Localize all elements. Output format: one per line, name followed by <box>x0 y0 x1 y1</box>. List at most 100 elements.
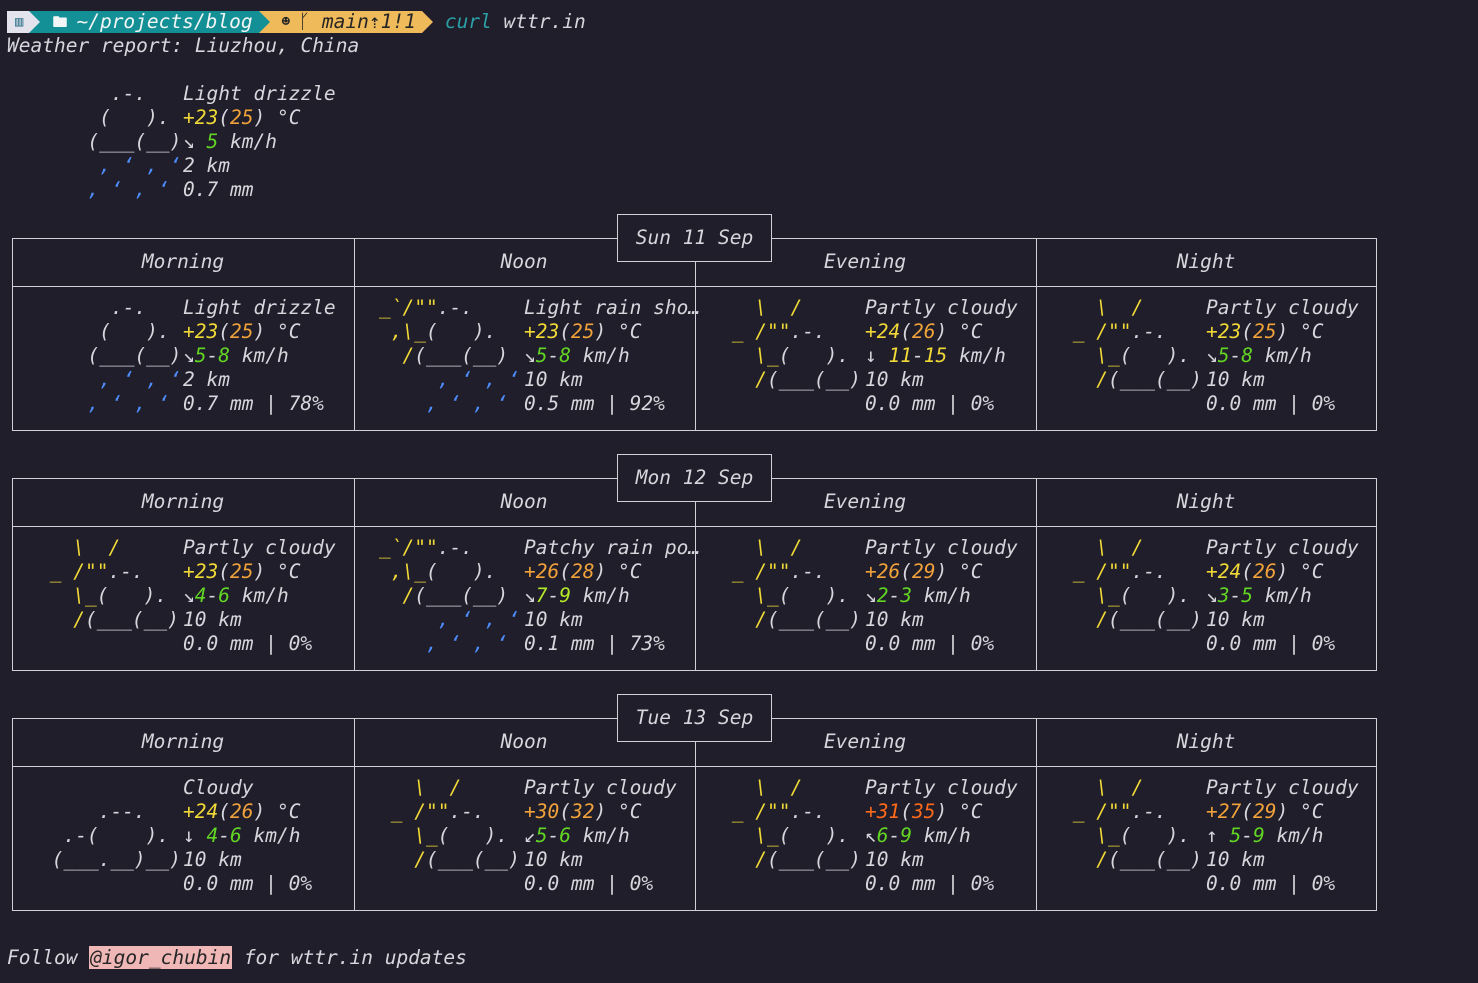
current-desc: Light drizzle <box>183 82 336 105</box>
rain-shower-icon: _`/"".-. ,\_( ). /(___(__) ‚ ‘ ‚ ‘ ‚ ‘ ‚… <box>379 536 520 655</box>
cell-temp: +24(26) °C <box>865 320 983 343</box>
command-line[interactable]: curl wttr.in <box>445 10 586 34</box>
period-header: Morning <box>141 490 225 513</box>
cell-wind: ↖6-9 km/h <box>865 824 971 847</box>
prompt-git-segment: ☻ ᚴ main ⇡1 !1 <box>269 10 422 33</box>
forecast-cell: Partly cloudy +26(29) °C ↘2-3 km/h 10 km… <box>865 536 1018 656</box>
cell-precip: 0.0 mm | 0% <box>524 872 654 895</box>
cell-visibility: 10 km <box>1206 368 1265 391</box>
manjaro-icon: ▥ <box>7 11 30 33</box>
cell-visibility: 10 km <box>524 848 583 871</box>
cell-temp: +23(25) °C <box>183 320 301 343</box>
period-header: Night <box>1176 730 1236 753</box>
forecast-cell: Partly cloudy +31(35) °C ↖6-9 km/h 10 km… <box>865 776 1018 896</box>
cell-desc: Patchy rain po… <box>524 536 701 559</box>
cell-precip: 0.0 mm | 0% <box>1206 392 1336 415</box>
cell-visibility: 10 km <box>183 848 242 871</box>
cell-desc: Light rain sho… <box>524 296 701 319</box>
partly-cloudy-icon: \ / _ /"".-. \_( ). /(___(__) <box>1061 296 1202 391</box>
git-modified: !1 <box>392 10 416 33</box>
drizzle-icon: .-. ( ). (___(__) ‚ ‘ ‚ ‘ ‚ ‘ ‚ ‘ <box>87 296 182 415</box>
cell-temp: +24(26) °C <box>183 800 301 823</box>
cell-wind: ↘5-8 km/h <box>524 344 630 367</box>
cell-desc: Partly cloudy <box>865 776 1018 799</box>
prompt-dir-segment: 🖿 ~/projects/blog <box>40 10 259 33</box>
cell-visibility: 2 km <box>183 368 230 391</box>
cell-temp: +23(25) °C <box>183 560 301 583</box>
cell-wind: ↘5-8 km/h <box>1206 344 1312 367</box>
cell-visibility: 10 km <box>865 368 924 391</box>
cell-temp: +26(28) °C <box>524 560 642 583</box>
partly-cloudy-icon: \ / _ /"".-. \_( ). /(___(__) <box>1061 536 1202 631</box>
cell-temp: +23(25) °C <box>1206 320 1324 343</box>
cell-desc: Partly cloudy <box>1206 536 1359 559</box>
cell-wind: ↘4-6 km/h <box>183 584 289 607</box>
forecast-cell: Partly cloudy +24(26) °C ↘3-5 km/h 10 km… <box>1206 536 1359 656</box>
cell-wind: ↓ 11-15 km/h <box>865 344 1006 367</box>
period-header: Night <box>1176 250 1236 273</box>
cell-temp: +27(29) °C <box>1206 800 1324 823</box>
date-label: Sun 11 Sep <box>617 214 772 262</box>
partly-cloudy-icon: \ / _ /"".-. \_( ). /(___(__) <box>720 536 861 631</box>
cell-precip: 0.0 mm | 0% <box>183 872 313 895</box>
cell-visibility: 10 km <box>524 608 583 631</box>
shell-prompt: ▥ 🖿 ~/projects/blog ☻ ᚴ main ⇡1 !1 curl … <box>7 10 586 34</box>
cell-desc: Cloudy <box>183 776 254 799</box>
command-name: curl <box>444 10 492 33</box>
cell-visibility: 10 km <box>1206 848 1265 871</box>
cloudy-icon: .--. .-( ). (___.__)__) <box>51 800 181 871</box>
forecast-cell: Patchy rain po… +26(28) °C ↘7-9 km/h 10 … <box>524 536 700 656</box>
cell-visibility: 10 km <box>865 848 924 871</box>
cell-precip: 0.1 mm | 73% <box>524 632 665 655</box>
cell-temp: +30(32) °C <box>524 800 642 823</box>
cell-desc: Partly cloudy <box>865 536 1018 559</box>
cell-temp: +26(29) °C <box>865 560 983 583</box>
partly-cloudy-icon: \ / _ /"".-. \_( ). /(___(__) <box>720 776 861 871</box>
forecast-cell: Partly cloudy +30(32) °C ↙5-6 km/h 10 km… <box>524 776 677 896</box>
cell-precip: 0.0 mm | 0% <box>1206 872 1336 895</box>
partly-cloudy-icon: \ / _ /"".-. \_( ). /(___(__) <box>379 776 520 871</box>
cell-desc: Partly cloudy <box>1206 776 1359 799</box>
forecast-cell: Partly cloudy +24(26) °C ↓ 11-15 km/h 10… <box>865 296 1018 416</box>
current-wind: ↘ 5 km/h <box>183 130 277 153</box>
period-header: Morning <box>141 730 225 753</box>
current-precip: 0.7 mm <box>183 178 254 201</box>
cell-wind: ↘2-3 km/h <box>865 584 971 607</box>
partly-cloudy-icon: \ / _ /"".-. \_( ). /(___(__) <box>720 296 861 391</box>
folder-icon: 🖿 <box>52 13 77 31</box>
forecast-cell: Light drizzle +23(25) °C ↘5-8 km/h 2 km … <box>183 296 336 416</box>
git-ahead: ⇡1 <box>368 10 393 33</box>
period-header: Morning <box>141 250 225 273</box>
current-weather: Light drizzle +23(25) °C ↘ 5 km/h 2 km 0… <box>183 82 336 202</box>
cell-visibility: 10 km <box>524 368 583 391</box>
cell-wind: ↑ 5-9 km/h <box>1206 824 1324 847</box>
twitter-handle[interactable]: @igor_chubin <box>89 946 233 969</box>
cell-visibility: 10 km <box>1206 608 1265 631</box>
powerline-separator <box>258 11 270 33</box>
prompt-dir: ~/projects/blog <box>76 10 253 33</box>
cell-wind: ↘5-8 km/h <box>183 344 289 367</box>
partly-cloudy-icon: \ / _ /"".-. \_( ). /(___(__) <box>38 536 179 631</box>
cell-precip: 0.0 mm | 0% <box>865 872 995 895</box>
cell-desc: Partly cloudy <box>865 296 1018 319</box>
cell-precip: 0.5 mm | 92% <box>524 392 665 415</box>
current-temp: +23(25) °C <box>183 106 301 129</box>
footer: Follow @igor_chubin for wttr.in updates <box>7 946 467 970</box>
cell-precip: 0.0 mm | 0% <box>183 632 313 655</box>
cell-desc: Partly cloudy <box>1206 296 1359 319</box>
current-visibility: 2 km <box>183 154 230 177</box>
git-branch: main <box>321 10 369 33</box>
date-label: Mon 12 Sep <box>617 454 772 502</box>
powerline-separator <box>421 11 433 33</box>
forecast-cell: Partly cloudy +27(29) °C ↑ 5-9 km/h 10 k… <box>1206 776 1359 896</box>
cell-precip: 0.7 mm | 78% <box>183 392 324 415</box>
cell-temp: +24(26) °C <box>1206 560 1324 583</box>
cell-desc: Partly cloudy <box>183 536 336 559</box>
cell-precip: 0.0 mm | 0% <box>865 632 995 655</box>
cell-wind: ↘3-5 km/h <box>1206 584 1312 607</box>
forecast-cell: Cloudy +24(26) °C ↓ 4-6 km/h 10 km 0.0 m… <box>183 776 312 896</box>
powerline-separator <box>29 11 41 33</box>
forecast-cell: Partly cloudy +23(25) °C ↘5-8 km/h 10 km… <box>1206 296 1359 416</box>
cell-desc: Partly cloudy <box>524 776 677 799</box>
rain-shower-icon: _`/"".-. ,\_( ). /(___(__) ‚ ‘ ‚ ‘ ‚ ‘ ‚… <box>379 296 520 415</box>
